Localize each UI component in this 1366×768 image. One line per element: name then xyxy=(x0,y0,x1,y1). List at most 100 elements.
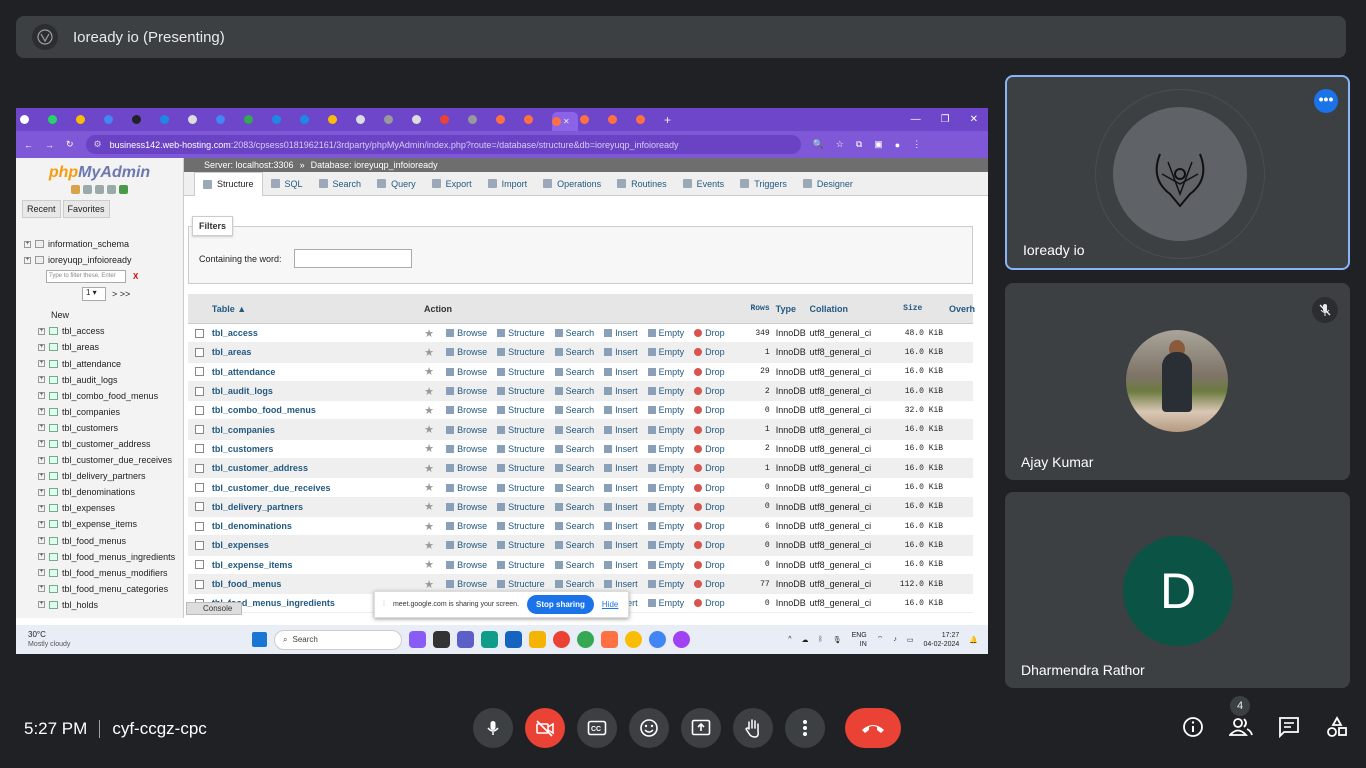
app-icon[interactable] xyxy=(601,631,618,648)
minimize-icon[interactable]: — xyxy=(911,114,921,125)
structure-action[interactable]: Structure xyxy=(497,405,545,415)
tab-query[interactable]: Query xyxy=(369,172,424,196)
table-name-link[interactable]: tbl_customer_due_receives xyxy=(212,483,424,493)
pma-logo[interactable]: phpMyAdmin xyxy=(16,164,183,182)
browser-tab[interactable] xyxy=(440,112,466,128)
insert-action[interactable]: Insert xyxy=(604,405,638,415)
row-checkbox[interactable] xyxy=(195,560,205,570)
insert-action[interactable]: Insert xyxy=(604,502,638,512)
new-tab-icon[interactable]: + xyxy=(664,112,690,128)
table-name-link[interactable]: tbl_denominations xyxy=(212,521,424,531)
side-panel-icon[interactable]: ▣ xyxy=(874,139,883,150)
more-options-button[interactable] xyxy=(785,708,825,748)
tab-import[interactable]: Import xyxy=(480,172,536,196)
browse-action[interactable]: Browse xyxy=(446,579,487,589)
tree-filter-input[interactable]: Type to filter these, Enter X xyxy=(46,270,138,284)
structure-action[interactable]: Structure xyxy=(497,328,545,338)
table-name-link[interactable]: tbl_delivery_partners xyxy=(212,502,424,512)
notification-bell-icon[interactable]: 🔔 xyxy=(969,636,978,644)
expand-icon[interactable]: + xyxy=(38,327,45,335)
tab-structure[interactable]: Structure xyxy=(194,171,263,196)
favorite-star-icon[interactable]: ★ xyxy=(424,539,442,552)
browse-action[interactable]: Browse xyxy=(446,521,487,531)
insert-action[interactable]: Insert xyxy=(604,444,638,454)
tree-table-item[interactable]: + tbl_expense_items xyxy=(16,516,183,532)
new-table-item[interactable]: New xyxy=(16,307,183,323)
expand-icon[interactable]: + xyxy=(38,424,45,432)
tree-table-item[interactable]: + tbl_holds xyxy=(16,597,183,613)
browser-tab[interactable] xyxy=(188,112,214,128)
browser-tab[interactable] xyxy=(300,112,326,128)
browser-tab[interactable] xyxy=(608,112,634,128)
structure-action[interactable]: Structure xyxy=(497,386,545,396)
expand-icon[interactable]: + xyxy=(38,376,45,384)
browse-action[interactable]: Browse xyxy=(446,367,487,377)
browser-tab[interactable] xyxy=(160,112,186,128)
table-name-link[interactable]: tbl_customer_address xyxy=(212,463,424,473)
structure-action[interactable]: Structure xyxy=(497,425,545,435)
expand-icon[interactable]: + xyxy=(38,408,45,416)
size-column-header[interactable]: Size xyxy=(893,304,943,313)
drop-action[interactable]: Drop xyxy=(694,483,725,493)
table-name-link[interactable]: tbl_expenses xyxy=(212,540,424,550)
table-column-header[interactable]: Table ▲ xyxy=(212,304,424,314)
search-action[interactable]: Search xyxy=(554,483,594,493)
forward-icon[interactable]: → xyxy=(45,140,54,150)
participant-tile[interactable]: D Dharmendra Rathor xyxy=(1005,492,1350,688)
search-action[interactable]: Search xyxy=(554,463,594,473)
browse-action[interactable]: Browse xyxy=(446,347,487,357)
browser-tab[interactable] xyxy=(104,112,130,128)
type-column-header[interactable]: Type xyxy=(770,304,810,314)
camera-button[interactable] xyxy=(525,708,565,748)
browser-menu-icon[interactable]: ⋮ xyxy=(912,139,921,150)
tree-table-item[interactable]: + tbl_delivery_partners xyxy=(16,468,183,484)
tree-table-item[interactable]: + tbl_food_menu_categories xyxy=(16,581,183,597)
empty-action[interactable]: Empty xyxy=(647,598,684,608)
tab-operations[interactable]: Operations xyxy=(535,172,609,196)
table-name-link[interactable]: tbl_audit_logs xyxy=(212,386,424,396)
stop-sharing-button[interactable]: Stop sharing xyxy=(527,595,594,614)
structure-action[interactable]: Structure xyxy=(497,579,545,589)
insert-action[interactable]: Insert xyxy=(604,367,638,377)
tab-search-icon[interactable] xyxy=(20,112,46,128)
favorite-star-icon[interactable]: ★ xyxy=(424,423,442,436)
tree-table-item[interactable]: + tbl_access xyxy=(16,323,183,339)
structure-action[interactable]: Structure xyxy=(497,540,545,550)
browse-action[interactable]: Browse xyxy=(446,425,487,435)
favorite-star-icon[interactable]: ★ xyxy=(424,442,442,455)
insert-action[interactable]: Insert xyxy=(604,386,638,396)
favorites-button[interactable]: Favorites xyxy=(62,200,110,218)
table-name-link[interactable]: tbl_expense_items xyxy=(212,560,424,570)
browse-action[interactable]: Browse xyxy=(446,386,487,396)
raise-hand-button[interactable] xyxy=(733,708,773,748)
participant-tile[interactable]: Ajay Kumar xyxy=(1005,283,1350,480)
expand-icon[interactable]: + xyxy=(24,256,31,264)
browser-tab[interactable] xyxy=(580,112,606,128)
expand-icon[interactable]: + xyxy=(38,456,45,464)
favorite-star-icon[interactable]: ★ xyxy=(424,520,442,533)
volume-icon[interactable]: ♪ xyxy=(893,636,897,643)
structure-action[interactable]: Structure xyxy=(497,483,545,493)
weather-widget[interactable]: 30°C Mostly cloudy xyxy=(16,630,146,649)
search-action[interactable]: Search xyxy=(554,540,594,550)
tree-table-item[interactable]: + tbl_combo_food_menus xyxy=(16,388,183,404)
drop-action[interactable]: Drop xyxy=(694,367,725,377)
drop-action[interactable]: Drop xyxy=(694,560,725,570)
browse-action[interactable]: Browse xyxy=(446,405,487,415)
expand-icon[interactable]: + xyxy=(38,585,45,593)
search-action[interactable]: Search xyxy=(554,444,594,454)
drop-action[interactable]: Drop xyxy=(694,386,725,396)
bookmark-star-icon[interactable]: ☆ xyxy=(836,139,844,150)
more-options-icon[interactable]: ••• xyxy=(1314,89,1338,113)
row-checkbox[interactable] xyxy=(195,328,205,338)
tab-sql[interactable]: SQL xyxy=(263,172,311,196)
drop-action[interactable]: Drop xyxy=(694,405,725,415)
search-action[interactable]: Search xyxy=(554,328,594,338)
empty-action[interactable]: Empty xyxy=(647,367,684,377)
drop-action[interactable]: Drop xyxy=(694,579,725,589)
tab-events[interactable]: Events xyxy=(675,172,733,196)
browser-tab[interactable] xyxy=(328,112,354,128)
cloud-icon[interactable]: ☁ xyxy=(801,636,808,644)
meeting-info-button[interactable] xyxy=(1180,714,1206,740)
taskbar-clock[interactable]: 17:27 04-02-2024 xyxy=(923,631,959,649)
